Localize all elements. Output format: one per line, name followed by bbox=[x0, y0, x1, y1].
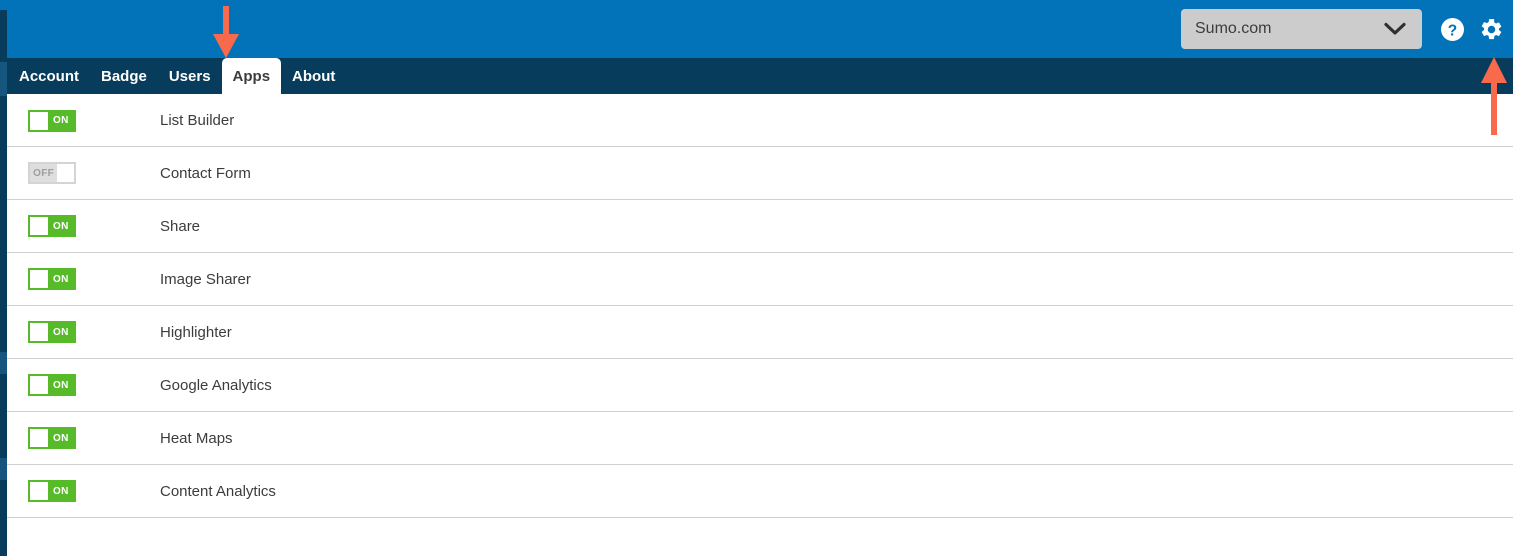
svg-text:?: ? bbox=[1448, 22, 1457, 39]
toggle-state-label: ON bbox=[47, 111, 74, 130]
app-toggle-share[interactable]: ON bbox=[28, 215, 76, 237]
left-sidebar-rail bbox=[0, 0, 7, 556]
app-name-label: Share bbox=[160, 217, 201, 235]
left-rail-top-segment bbox=[0, 0, 7, 10]
toggle-cell: ON bbox=[7, 321, 160, 343]
app-toggle-list-builder[interactable]: ON bbox=[28, 109, 76, 132]
site-selector-value: Sumo.com bbox=[1195, 20, 1272, 37]
apps-list: ON List Builder OFF Contact Form ON Shar… bbox=[7, 94, 1513, 546]
top-header-bar: Sumo.com ? bbox=[0, 0, 1513, 58]
site-selector-dropdown[interactable]: Sumo.com bbox=[1181, 9, 1422, 49]
chevron-down-icon bbox=[1382, 22, 1408, 36]
nav-tab-badge[interactable]: Badge bbox=[90, 58, 158, 94]
table-row: ON Image Sharer bbox=[7, 253, 1513, 306]
toggle-knob bbox=[30, 270, 48, 288]
list-footer-space bbox=[7, 518, 1513, 546]
toggle-cell: ON bbox=[7, 268, 160, 290]
app-name-label: Heat Maps bbox=[160, 429, 233, 447]
table-row: ON Content Analytics bbox=[7, 465, 1513, 518]
toggle-state-label: OFF bbox=[30, 164, 58, 182]
app-name-label: Highlighter bbox=[160, 323, 232, 341]
toggle-cell: ON bbox=[7, 215, 160, 237]
left-rail-highlight-segment bbox=[0, 352, 7, 374]
nav-tab-apps[interactable]: Apps bbox=[221, 58, 282, 94]
left-rail-highlight-segment bbox=[0, 62, 7, 96]
app-name-label: Contact Form bbox=[160, 164, 251, 182]
app-name-label: Google Analytics bbox=[160, 376, 272, 394]
toggle-knob bbox=[30, 323, 48, 341]
toggle-state-label: ON bbox=[47, 323, 74, 341]
gear-icon[interactable] bbox=[1479, 17, 1504, 42]
toggle-knob bbox=[30, 376, 48, 394]
toggle-knob bbox=[30, 217, 48, 235]
left-rail-highlight-segment bbox=[0, 458, 7, 480]
toggle-knob bbox=[30, 111, 48, 130]
table-row: ON Heat Maps bbox=[7, 412, 1513, 465]
toggle-state-label: ON bbox=[47, 376, 74, 394]
toggle-knob bbox=[57, 164, 74, 182]
app-name-label: List Builder bbox=[160, 112, 235, 129]
toggle-state-label: ON bbox=[47, 270, 74, 288]
main-navigation-bar: Account Badge Users Apps About bbox=[0, 58, 1513, 94]
app-name-label: Content Analytics bbox=[160, 482, 276, 500]
app-toggle-content-analytics[interactable]: ON bbox=[28, 480, 76, 502]
app-toggle-highlighter[interactable]: ON bbox=[28, 321, 76, 343]
toggle-cell: OFF bbox=[7, 162, 160, 184]
toggle-state-label: ON bbox=[47, 217, 74, 235]
toggle-cell: ON bbox=[7, 427, 160, 449]
nav-tab-about[interactable]: About bbox=[281, 58, 346, 94]
toggle-state-label: ON bbox=[47, 482, 74, 500]
nav-tab-account[interactable]: Account bbox=[8, 58, 90, 94]
nav-tab-list: Account Badge Users Apps About bbox=[8, 58, 346, 94]
app-name-label: Image Sharer bbox=[160, 270, 251, 288]
app-toggle-google-analytics[interactable]: ON bbox=[28, 374, 76, 396]
nav-tab-users[interactable]: Users bbox=[158, 58, 222, 94]
toggle-state-label: ON bbox=[47, 429, 74, 447]
toggle-cell: ON bbox=[7, 480, 160, 502]
help-circle-icon[interactable]: ? bbox=[1440, 17, 1465, 42]
table-row: ON Google Analytics bbox=[7, 359, 1513, 412]
toggle-cell: ON bbox=[7, 374, 160, 396]
toggle-cell: ON bbox=[7, 109, 160, 132]
table-row: OFF Contact Form bbox=[7, 147, 1513, 200]
app-toggle-image-sharer[interactable]: ON bbox=[28, 268, 76, 290]
table-row: ON Share bbox=[7, 200, 1513, 253]
app-toggle-heat-maps[interactable]: ON bbox=[28, 427, 76, 449]
toggle-knob bbox=[30, 482, 48, 500]
table-row: ON Highlighter bbox=[7, 306, 1513, 359]
app-toggle-contact-form[interactable]: OFF bbox=[28, 162, 76, 184]
toggle-knob bbox=[30, 429, 48, 447]
table-row: ON List Builder bbox=[7, 94, 1513, 147]
